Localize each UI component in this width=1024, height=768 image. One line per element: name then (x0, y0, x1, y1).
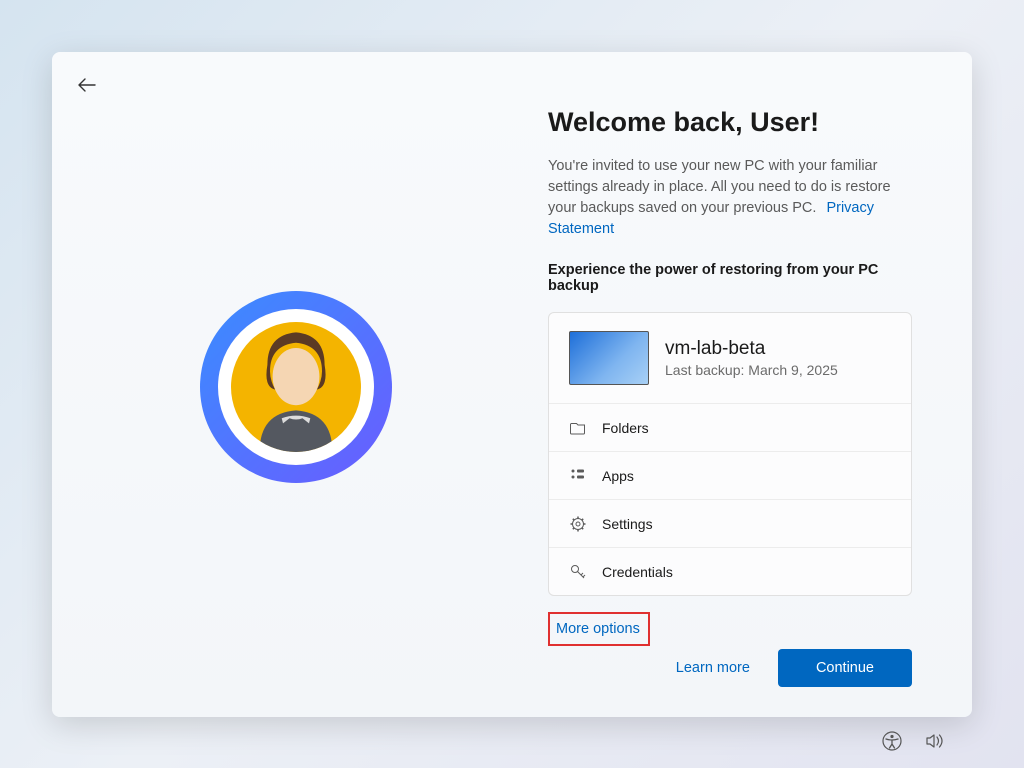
oobe-window: Welcome back, User! You're invited to us… (52, 52, 972, 717)
row-label: Settings (602, 516, 653, 532)
apps-icon (569, 467, 586, 484)
system-tray (882, 731, 944, 756)
subheading: Experience the power of restoring from y… (548, 262, 912, 294)
avatar-white-ring (218, 309, 374, 465)
footer-actions: Learn more Continue (668, 649, 912, 687)
pc-name: vm-lab-beta (665, 338, 838, 360)
gear-icon (569, 515, 586, 532)
avatar-person-icon (231, 322, 361, 452)
backup-card-header[interactable]: vm-lab-beta Last backup: March 9, 2025 (549, 313, 911, 403)
continue-button[interactable]: Continue (778, 649, 912, 687)
left-pane (52, 52, 540, 717)
page-title: Welcome back, User! (548, 107, 912, 138)
learn-more-link[interactable]: Learn more (668, 650, 758, 686)
row-label: Apps (602, 468, 634, 484)
volume-icon[interactable] (924, 731, 944, 756)
row-label: Folders (602, 420, 649, 436)
backup-card: vm-lab-beta Last backup: March 9, 2025 F… (548, 312, 912, 596)
more-options-link[interactable]: More options (548, 612, 650, 646)
row-label: Credentials (602, 564, 673, 580)
last-backup: Last backup: March 9, 2025 (665, 362, 838, 378)
backup-row-folders[interactable]: Folders (549, 403, 911, 451)
accessibility-icon[interactable] (882, 731, 902, 756)
backup-row-credentials[interactable]: Credentials (549, 547, 911, 595)
right-pane: Welcome back, User! You're invited to us… (540, 52, 972, 717)
key-icon (569, 563, 586, 580)
avatar-ring (200, 291, 392, 483)
backup-row-apps[interactable]: Apps (549, 451, 911, 499)
folder-icon (569, 419, 586, 436)
pc-thumbnail (569, 331, 649, 385)
avatar (231, 322, 361, 452)
backup-row-settings[interactable]: Settings (549, 499, 911, 547)
description: You're invited to use your new PC with y… (548, 156, 912, 240)
